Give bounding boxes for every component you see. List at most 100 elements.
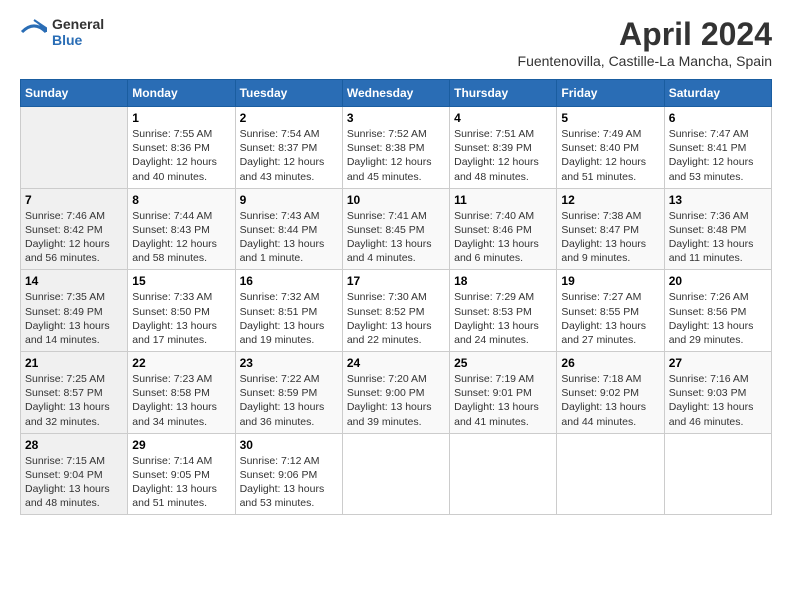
page-subtitle: Fuentenovilla, Castille-La Mancha, Spain xyxy=(518,53,772,69)
table-cell: 30 Sunrise: 7:12 AMSunset: 9:06 PMDayligh… xyxy=(235,433,342,515)
table-cell xyxy=(664,433,771,515)
table-cell: 5 Sunrise: 7:49 AMSunset: 8:40 PMDaylight… xyxy=(557,107,664,189)
day-number: 29 xyxy=(132,438,230,452)
table-cell: 16 Sunrise: 7:32 AMSunset: 8:51 PMDayligh… xyxy=(235,270,342,352)
day-info: Sunrise: 7:23 AMSunset: 8:58 PMDaylight:… xyxy=(132,372,230,429)
day-number: 15 xyxy=(132,274,230,288)
day-info: Sunrise: 7:19 AMSunset: 9:01 PMDaylight:… xyxy=(454,372,552,429)
day-info: Sunrise: 7:16 AMSunset: 9:03 PMDaylight:… xyxy=(669,372,767,429)
day-number: 6 xyxy=(669,111,767,125)
table-cell: 17Sunrise: 7:30 AMSunset: 8:52 PMDayligh… xyxy=(342,270,449,352)
day-info: Sunrise: 7:51 AMSunset: 8:39 PMDaylight:… xyxy=(454,127,552,184)
day-number: 21 xyxy=(25,356,123,370)
table-cell xyxy=(450,433,557,515)
table-cell: 14Sunrise: 7:35 AMSunset: 8:49 PMDayligh… xyxy=(21,270,128,352)
table-cell: 27 Sunrise: 7:16 AMSunset: 9:03 PMDayligh… xyxy=(664,352,771,434)
day-number: 1 xyxy=(132,111,230,125)
table-cell: 7Sunrise: 7:46 AMSunset: 8:42 PMDaylight… xyxy=(21,188,128,270)
day-number: 14 xyxy=(25,274,123,288)
day-number: 7 xyxy=(25,193,123,207)
day-number: 16 xyxy=(240,274,338,288)
day-info: Sunrise: 7:41 AMSunset: 8:45 PMDaylight:… xyxy=(347,209,445,266)
day-info: Sunrise: 7:26 AMSunset: 8:56 PMDaylight:… xyxy=(669,290,767,347)
day-info: Sunrise: 7:14 AMSunset: 9:05 PMDaylight:… xyxy=(132,454,230,511)
day-number: 12 xyxy=(561,193,659,207)
logo-graphic xyxy=(20,18,48,46)
day-info: Sunrise: 7:47 AMSunset: 8:41 PMDaylight:… xyxy=(669,127,767,184)
table-cell: 15 Sunrise: 7:33 AMSunset: 8:50 PMDayligh… xyxy=(128,270,235,352)
day-info: Sunrise: 7:25 AMSunset: 8:57 PMDaylight:… xyxy=(25,372,123,429)
day-info: Sunrise: 7:43 AMSunset: 8:44 PMDaylight:… xyxy=(240,209,338,266)
day-number: 23 xyxy=(240,356,338,370)
table-cell: 6 Sunrise: 7:47 AMSunset: 8:41 PMDaylight… xyxy=(664,107,771,189)
header-sunday: Sunday xyxy=(21,80,128,107)
day-number: 20 xyxy=(669,274,767,288)
day-number: 22 xyxy=(132,356,230,370)
table-cell: 4 Sunrise: 7:51 AMSunset: 8:39 PMDaylight… xyxy=(450,107,557,189)
day-info: Sunrise: 7:22 AMSunset: 8:59 PMDaylight:… xyxy=(240,372,338,429)
day-info: Sunrise: 7:32 AMSunset: 8:51 PMDaylight:… xyxy=(240,290,338,347)
table-cell: 8Sunrise: 7:44 AMSunset: 8:43 PMDaylight… xyxy=(128,188,235,270)
table-cell: 24Sunrise: 7:20 AMSunset: 9:00 PMDayligh… xyxy=(342,352,449,434)
day-number: 18 xyxy=(454,274,552,288)
day-info: Sunrise: 7:29 AMSunset: 8:53 PMDaylight:… xyxy=(454,290,552,347)
table-cell: 10 Sunrise: 7:41 AMSunset: 8:45 PMDayligh… xyxy=(342,188,449,270)
table-cell: 21 Sunrise: 7:25 AMSunset: 8:57 PMDayligh… xyxy=(21,352,128,434)
logo: General Blue xyxy=(20,16,104,48)
day-info: Sunrise: 7:40 AMSunset: 8:46 PMDaylight:… xyxy=(454,209,552,266)
table-cell: 19Sunrise: 7:27 AMSunset: 8:55 PMDayligh… xyxy=(557,270,664,352)
page-header: General Blue April 2024 Fuentenovilla, C… xyxy=(20,16,772,69)
day-info: Sunrise: 7:33 AMSunset: 8:50 PMDaylight:… xyxy=(132,290,230,347)
calendar-table: SundayMondayTuesdayWednesdayThursdayFrid… xyxy=(20,79,772,515)
table-cell xyxy=(21,107,128,189)
logo-blue: Blue xyxy=(52,32,104,48)
day-number: 28 xyxy=(25,438,123,452)
table-cell: 1 Sunrise: 7:55 AMSunset: 8:36 PMDaylight… xyxy=(128,107,235,189)
week-row-5: 28 Sunrise: 7:15 AMSunset: 9:04 PMDayligh… xyxy=(21,433,772,515)
table-cell: 20 Sunrise: 7:26 AMSunset: 8:56 PMDayligh… xyxy=(664,270,771,352)
day-info: Sunrise: 7:15 AMSunset: 9:04 PMDaylight:… xyxy=(25,454,123,511)
title-block: April 2024 Fuentenovilla, Castille-La Ma… xyxy=(518,16,772,69)
day-number: 24 xyxy=(347,356,445,370)
day-number: 3 xyxy=(347,111,445,125)
table-cell xyxy=(557,433,664,515)
day-number: 19 xyxy=(561,274,659,288)
day-number: 25 xyxy=(454,356,552,370)
day-number: 26 xyxy=(561,356,659,370)
header-wednesday: Wednesday xyxy=(342,80,449,107)
day-number: 11 xyxy=(454,193,552,207)
day-info: Sunrise: 7:36 AMSunset: 8:48 PMDaylight:… xyxy=(669,209,767,266)
day-info: Sunrise: 7:52 AMSunset: 8:38 PMDaylight:… xyxy=(347,127,445,184)
day-info: Sunrise: 7:55 AMSunset: 8:36 PMDaylight:… xyxy=(132,127,230,184)
day-number: 17 xyxy=(347,274,445,288)
day-info: Sunrise: 7:54 AMSunset: 8:37 PMDaylight:… xyxy=(240,127,338,184)
day-info: Sunrise: 7:49 AMSunset: 8:40 PMDaylight:… xyxy=(561,127,659,184)
day-info: Sunrise: 7:44 AMSunset: 8:43 PMDaylight:… xyxy=(132,209,230,266)
day-info: Sunrise: 7:12 AMSunset: 9:06 PMDaylight:… xyxy=(240,454,338,511)
header-thursday: Thursday xyxy=(450,80,557,107)
table-cell: 26 Sunrise: 7:18 AMSunset: 9:02 PMDayligh… xyxy=(557,352,664,434)
header-saturday: Saturday xyxy=(664,80,771,107)
table-cell: 25 Sunrise: 7:19 AMSunset: 9:01 PMDayligh… xyxy=(450,352,557,434)
logo-general: General xyxy=(52,16,104,32)
day-number: 10 xyxy=(347,193,445,207)
table-cell: 22 Sunrise: 7:23 AMSunset: 8:58 PMDayligh… xyxy=(128,352,235,434)
day-number: 30 xyxy=(240,438,338,452)
day-number: 4 xyxy=(454,111,552,125)
table-cell: 9Sunrise: 7:43 AMSunset: 8:44 PMDaylight… xyxy=(235,188,342,270)
day-number: 5 xyxy=(561,111,659,125)
day-number: 2 xyxy=(240,111,338,125)
table-cell: 28 Sunrise: 7:15 AMSunset: 9:04 PMDayligh… xyxy=(21,433,128,515)
header-tuesday: Tuesday xyxy=(235,80,342,107)
day-number: 13 xyxy=(669,193,767,207)
header-friday: Friday xyxy=(557,80,664,107)
table-cell: 3 Sunrise: 7:52 AMSunset: 8:38 PMDaylight… xyxy=(342,107,449,189)
week-row-4: 21 Sunrise: 7:25 AMSunset: 8:57 PMDayligh… xyxy=(21,352,772,434)
day-info: Sunrise: 7:38 AMSunset: 8:47 PMDaylight:… xyxy=(561,209,659,266)
calendar-header-row: SundayMondayTuesdayWednesdayThursdayFrid… xyxy=(21,80,772,107)
day-info: Sunrise: 7:18 AMSunset: 9:02 PMDaylight:… xyxy=(561,372,659,429)
week-row-2: 7Sunrise: 7:46 AMSunset: 8:42 PMDaylight… xyxy=(21,188,772,270)
table-cell: 13 Sunrise: 7:36 AMSunset: 8:48 PMDayligh… xyxy=(664,188,771,270)
day-number: 27 xyxy=(669,356,767,370)
table-cell: 23 Sunrise: 7:22 AMSunset: 8:59 PMDayligh… xyxy=(235,352,342,434)
